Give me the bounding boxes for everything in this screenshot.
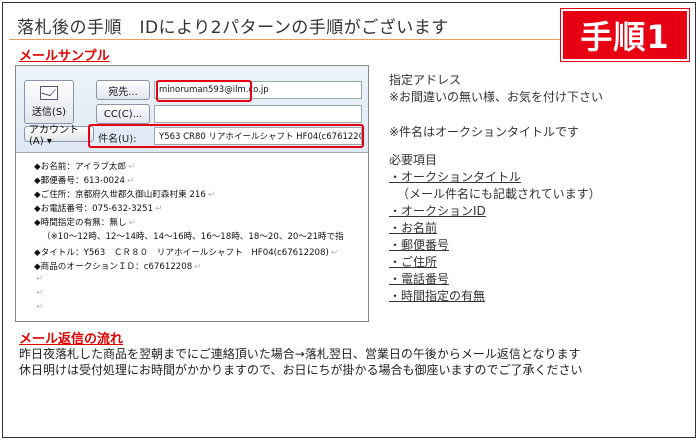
body-line-address: ◆ご住所：京都府久世郡久御山町森村東 216 ↵ [34, 190, 216, 200]
body-line-time-note: （※10～12時、12～14時、14～16時、16～18時、18～20、20～2… [42, 232, 344, 242]
subject-note: ※件名はオークションタイトルです [389, 125, 580, 139]
page-title: 落札後の手順 IDにより2パターンの手順がございます [17, 18, 449, 38]
body-line-title: ◆タイトル：Y563 ＣＲ８０ リアホイールシャフト HF04(c6761220… [34, 248, 339, 258]
body-line-empty: ↵ [36, 302, 44, 312]
to-button[interactable]: 宛先... [96, 80, 150, 100]
body-line-phone: ◆お電話番号：075-632-3251 ↵ [34, 204, 163, 214]
send-button-label: 送信(S) [31, 107, 67, 118]
slide-frame: 落札後の手順 IDにより2パターンの手順がございます 手順1 メールサンプル 送… [2, 2, 696, 438]
envelope-icon [40, 86, 58, 100]
required-item-address: ・ご住所 [389, 255, 438, 269]
required-item-auction-id: ・オークションID [389, 204, 486, 218]
required-item-auction-title: ・オークションタイトル [389, 170, 522, 184]
mail-header-area: 送信(S) 宛先... CC(C)... アカウント(A) ▾ minoruma… [16, 66, 368, 153]
reply-flow-line-1: 昨日夜落札した商品を翌朝までにご連絡頂いた場合→落札翌日、営業日の午後からメール… [19, 347, 581, 361]
cc-button[interactable]: CC(C)... [96, 104, 150, 124]
address-title: 指定アドレス [389, 73, 462, 87]
required-item-phone: ・電話番号 [389, 272, 450, 286]
body-line-empty: ↵ [36, 274, 44, 284]
reply-flow-line-2: 休日明けは受付処理にお時間がかかりますので、お日にちが掛かる場合も御座いますので… [19, 363, 583, 377]
required-title: 必要項目 [389, 153, 438, 167]
send-button[interactable]: 送信(S) [24, 80, 74, 124]
body-line-auction-id: ◆商品のオークションＩＤ：c67612208 ↵ [34, 262, 202, 272]
cc-field[interactable] [154, 105, 362, 123]
to-highlight [156, 80, 252, 102]
body-line-time: ◆時間指定の有無：無し ↵ [34, 218, 136, 228]
required-item-postal: ・郵便番号 [389, 238, 450, 252]
body-line-empty: ↵ [36, 288, 44, 298]
mail-compose-window: 送信(S) 宛先... CC(C)... アカウント(A) ▾ minoruma… [15, 65, 369, 322]
step-badge: 手順1 [561, 9, 689, 61]
address-note: ※お間違いの無い様、お気を付け下さい [389, 90, 604, 104]
subject-highlight [88, 124, 364, 148]
required-item-note: （メール件名にも記載されています） [397, 187, 601, 201]
body-line-name: ◆お名前：アイラブ太郎 ↵ [34, 162, 136, 172]
required-item-name: ・お名前 [389, 221, 438, 235]
account-button[interactable]: アカウント(A) ▾ [24, 125, 94, 147]
mail-sample-label: メールサンプル [19, 49, 110, 64]
required-item-time: ・時間指定の有無 [389, 289, 486, 303]
body-line-postal: ◆郵便番号：613-0024 ↵ [34, 176, 135, 186]
title-divider [9, 39, 567, 40]
